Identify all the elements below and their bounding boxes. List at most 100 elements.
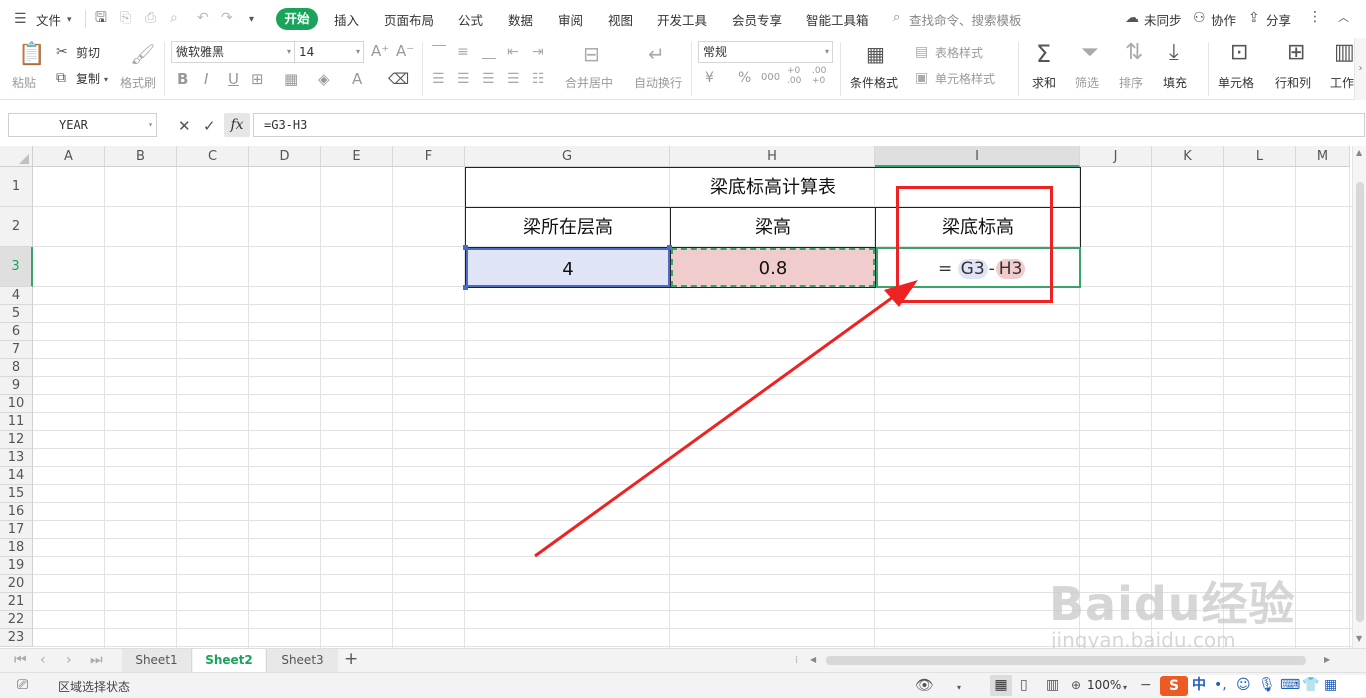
filter-button[interactable]: ⏷ 筛选	[1073, 42, 1113, 92]
distributed-icon[interactable]: ☷	[532, 72, 545, 86]
font-color-icon[interactable]: A	[352, 72, 362, 87]
increase-font-icon[interactable]: A⁺	[371, 44, 389, 59]
scroll-right-icon[interactable]: ▶	[1324, 655, 1330, 664]
tab-data[interactable]: 数据	[508, 10, 533, 29]
indent-decrease-icon[interactable]: ⇤	[507, 45, 519, 59]
currency-button[interactable]: ¥	[705, 71, 714, 85]
chevron-down-icon[interactable]: ▾	[957, 681, 961, 695]
prev-sheet-icon[interactable]: ‹	[40, 653, 46, 667]
print-preview-icon[interactable]: ⌕	[170, 11, 178, 25]
conditional-format-button[interactable]: ▦ 条件格式	[848, 42, 908, 92]
decrease-decimal-button[interactable]: .00 +0	[812, 66, 832, 86]
page-layout-view-icon[interactable]: ▯	[1020, 678, 1028, 692]
normal-view-button[interactable]: ▦	[990, 675, 1012, 696]
reading-mode-icon[interactable]: ⊕	[1071, 678, 1081, 692]
save-icon[interactable]: 🖫	[95, 11, 107, 25]
format-painter-button[interactable]: 🖌 格式刷	[118, 42, 158, 90]
last-sheet-icon[interactable]: ⏭	[90, 653, 103, 667]
cell-style-button[interactable]: ▣ 单元格样式	[915, 70, 1015, 88]
tab-developer[interactable]: 开发工具	[657, 10, 707, 29]
tab-view[interactable]: 视图	[608, 10, 633, 29]
tab-insert[interactable]: 插入	[334, 10, 359, 29]
scroll-down-icon[interactable]: ▼	[1356, 634, 1362, 643]
cells-button[interactable]: ⊡ 单元格	[1216, 42, 1268, 92]
quick-access-dropdown-icon[interactable]: ▾	[249, 13, 254, 27]
sheet-tab-3[interactable]: Sheet3	[266, 649, 338, 672]
decrease-font-icon[interactable]: A⁻	[396, 44, 414, 59]
fill-color-icon[interactable]: ◈	[318, 72, 330, 87]
font-size-select[interactable]: 14 ▾	[294, 41, 364, 63]
confirm-icon[interactable]: ✓	[203, 119, 216, 134]
export-icon[interactable]: ⎘	[120, 11, 131, 25]
vertical-scrollbar[interactable]: ▲ ▼	[1352, 146, 1366, 648]
justify-icon[interactable]: ☰	[507, 72, 520, 86]
copy-button[interactable]: ⧉ 复制 ▾	[56, 70, 112, 88]
collapse-ribbon-icon[interactable]: ︿	[1338, 11, 1349, 25]
thousands-button[interactable]: 000	[761, 71, 780, 85]
merge-center-button[interactable]: ⊟ 合并居中	[563, 42, 625, 92]
sort-button[interactable]: ⇅ 排序	[1117, 42, 1157, 92]
name-box[interactable]: YEAR ▾	[8, 113, 157, 137]
horizontal-scrollbar[interactable]: ◀ ▶	[808, 653, 1338, 668]
percent-button[interactable]: %	[738, 71, 751, 85]
cut-button[interactable]: ✂ 剪切	[56, 44, 106, 62]
ribbon-scroll-right[interactable]: ›	[1354, 38, 1366, 100]
redo-icon[interactable]: ↷	[221, 11, 233, 25]
indent-increase-icon[interactable]: ⇥	[532, 45, 544, 59]
undo-icon[interactable]: ↶	[197, 11, 209, 25]
sheet-tab-2[interactable]: Sheet2	[193, 649, 265, 672]
tab-smart-tools[interactable]: 智能工具箱	[806, 10, 869, 29]
tab-home[interactable]: 开始	[276, 8, 318, 30]
next-sheet-icon[interactable]: ›	[66, 653, 72, 667]
eraser-icon[interactable]: ⌫	[388, 72, 409, 87]
formula-input[interactable]: =G3-H3	[253, 113, 1365, 137]
align-right-icon[interactable]: ☰	[482, 72, 495, 86]
add-sheet-icon[interactable]: +	[344, 651, 358, 668]
scroll-up-icon[interactable]: ▲	[1356, 148, 1362, 157]
cancel-icon[interactable]: ✕	[178, 119, 191, 134]
increase-decimal-button[interactable]: +0 .00	[787, 66, 807, 86]
underline-button[interactable]: U	[228, 72, 239, 87]
sync-status[interactable]: ☁ 未同步	[1125, 10, 1185, 28]
number-format-select[interactable]: 常规 ▾	[698, 41, 833, 63]
align-center-icon[interactable]: ☰	[457, 72, 470, 86]
vertical-scroll-thumb[interactable]	[1356, 182, 1364, 622]
fill-button[interactable]: ⤓ 填充	[1161, 42, 1201, 92]
scroll-left-icon[interactable]: ◀	[810, 655, 816, 664]
print-icon[interactable]: ⎙	[145, 11, 156, 25]
align-top-icon[interactable]: ⎺	[432, 45, 446, 59]
ime-toolbar[interactable]: S 中 •, ☺ 🎙 ⌨ 👕 ▦	[1160, 675, 1366, 697]
font-name-select[interactable]: 微软雅黑 ▾	[171, 41, 295, 63]
spreadsheet-grid[interactable]: ABCDEFGHIJKLM 1 2 3 4 5 6 7 8 9 10 11 12 13 14 15 16 17 1…	[0, 146, 1352, 648]
align-bottom-icon[interactable]: ⎽	[482, 45, 496, 59]
tab-review[interactable]: 审阅	[558, 10, 583, 29]
eye-protection-icon[interactable]: 👁	[915, 678, 934, 693]
bold-button[interactable]: B	[177, 72, 188, 87]
page-break-view-icon[interactable]: ▥	[1046, 678, 1059, 692]
worksheet-button[interactable]: ▥ 工作	[1328, 42, 1354, 92]
horizontal-scroll-thumb[interactable]	[826, 656, 1306, 665]
fill-pattern-icon[interactable]: ▦	[284, 72, 298, 87]
share-button[interactable]: ⇪ 分享	[1248, 10, 1298, 28]
sheet-tab-1[interactable]: Sheet1	[122, 649, 192, 672]
paste-button[interactable]: 📋 粘贴	[8, 42, 45, 91]
zoom-out-icon[interactable]: −	[1140, 678, 1152, 692]
tab-member[interactable]: 会员专享	[732, 10, 782, 29]
italic-button[interactable]: I	[204, 72, 208, 87]
tab-formulas[interactable]: 公式	[458, 10, 483, 29]
rows-cols-button[interactable]: ⊞ 行和列	[1273, 42, 1325, 92]
collab-button[interactable]: ⚇ 协作	[1193, 10, 1243, 28]
table-style-button[interactable]: ▤ 表格样式	[915, 44, 1005, 62]
file-menu[interactable]: ☰ 文件 ▾	[12, 9, 82, 29]
chevron-down-icon[interactable]: ▾	[1123, 681, 1127, 695]
tab-splitter-icon[interactable]: ⁞	[795, 654, 798, 668]
align-middle-icon[interactable]: ≡	[457, 45, 469, 59]
command-search[interactable]: ⌕ 查找命令、搜索模板	[893, 10, 1033, 29]
border-icon[interactable]: ⊞	[251, 72, 264, 87]
more-options-icon[interactable]: ⋮	[1308, 10, 1322, 24]
macro-record-icon[interactable]: ⎚	[17, 678, 28, 692]
zoom-level[interactable]: 100%	[1087, 678, 1121, 692]
insert-function-button[interactable]: fx	[224, 113, 250, 137]
wrap-text-button[interactable]: ↵ 自动换行	[632, 42, 684, 92]
tab-page-layout[interactable]: 页面布局	[384, 10, 434, 29]
